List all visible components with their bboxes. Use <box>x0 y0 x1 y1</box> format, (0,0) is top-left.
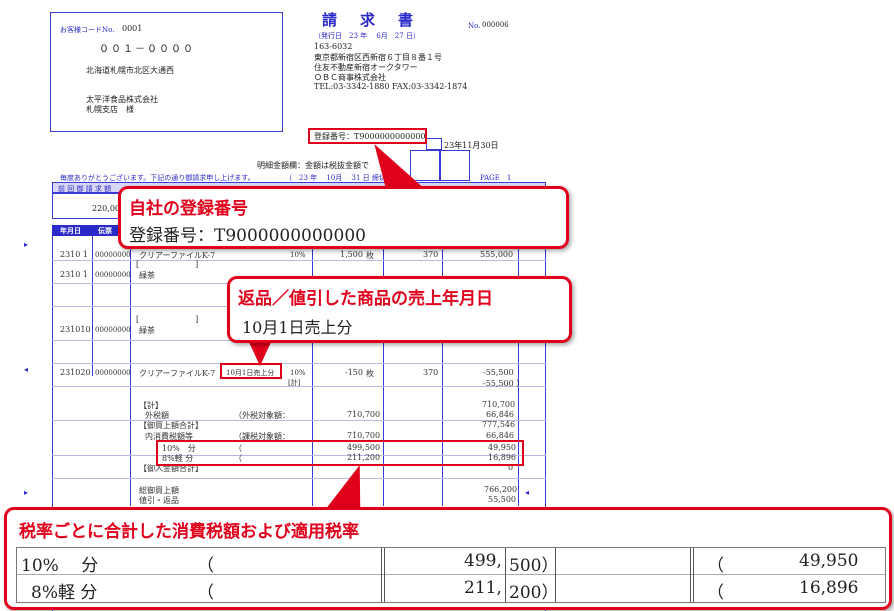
row-item: 緑茶 <box>139 271 155 280</box>
tax-rate-highlight <box>156 440 524 466</box>
customer-branch: 札幌支店 様 <box>86 105 134 114</box>
tax-rate-paren: （ <box>197 556 214 576</box>
registration-callout-body: 登録番号：T9000000000000 <box>129 226 366 246</box>
side-marker-icon: ▸ <box>24 488 29 497</box>
row-subtotal-label: [計] <box>288 379 301 387</box>
registration-callout: 自社の登録番号 登録番号：T9000000000000 <box>118 186 569 249</box>
tax-rate-callout-title: 税率ごとに合計した消費税額および適用税率 <box>19 522 359 542</box>
summary-value: 710,700 <box>482 400 516 409</box>
summary-label: 【御買上額合計】 <box>139 421 203 430</box>
summary-value: 66,846 <box>486 410 514 419</box>
tax-rate-table: 10% 分 （ 499, 500） （ 49,950 8%軽 分 （ 211, … <box>16 547 886 603</box>
row-amount: 555,000 <box>480 250 514 259</box>
return-date-callout-body: 10月1日売上分 <box>242 318 353 337</box>
col-slip-header: 伝票 <box>98 226 112 235</box>
row-slip: 00000000 <box>95 251 131 259</box>
stamp-box-2 <box>440 150 470 181</box>
invoice-title: 請 求 書 <box>322 11 418 29</box>
row-amount: -55,500 <box>483 368 514 377</box>
row-amount-total: -55,500 ） <box>483 379 525 388</box>
invoice-number: 000006 <box>482 21 509 29</box>
row-date: 231010 <box>60 325 91 334</box>
row-guide <box>52 363 546 364</box>
issue-date: （発行日 23 年 6月 27 日） <box>314 32 420 40</box>
summary-mid: 710,700 <box>347 410 381 419</box>
side-marker-icon: ▸ <box>24 240 29 249</box>
return-date-callout: 返品／値引した商品の売上年月日 10月1日売上分 <box>227 276 572 343</box>
tax-rate-paren2: （ <box>707 583 724 603</box>
tax-rate-amount-b: 500） <box>509 556 559 576</box>
row-unit: 枚 <box>366 251 374 260</box>
summary-label2: （外税対象額： <box>234 411 290 420</box>
tax-rate-col-divider <box>690 548 694 602</box>
tax-rate-paren: （ <box>197 583 214 603</box>
row-item: クリアーファイルK-7 <box>139 369 216 378</box>
issuer-phone: TEL:03-3342-1880 FAX:03-3342-1874 <box>314 82 468 91</box>
row-price: 370 <box>423 250 439 259</box>
row-item: 緑茶 <box>139 326 155 335</box>
row-tax: 10% <box>290 251 306 259</box>
summary-mid: 710,700 <box>347 431 381 440</box>
tax-rate-amount: 499, <box>464 551 502 571</box>
row-price: 370 <box>423 368 439 377</box>
tax-rate-label: 10% 分 <box>21 556 99 576</box>
side-marker-icon: ◂ <box>24 365 29 374</box>
row-qty: 1,500 <box>340 250 363 259</box>
row-date: 2310 1 <box>60 250 88 259</box>
tax-rate-amount: 211, <box>464 578 502 598</box>
summary-value: 777,546 <box>482 420 516 429</box>
tax-rate-callout: 税率ごとに合計した消費税額および適用税率 10% 分 （ 499, 500） （… <box>4 507 892 610</box>
row-tax: 10% <box>290 369 306 377</box>
summary-label: 値引・返品 <box>139 496 179 505</box>
side-marker-icon: ◂ <box>525 488 530 497</box>
invoice-number-label: No. <box>468 22 481 30</box>
summary-value: 766,200 <box>484 485 518 494</box>
customer-code: 0001 <box>122 24 143 33</box>
registration-callout-title: 自社の登録番号 <box>129 199 248 219</box>
summary-value: 66,846 <box>486 431 514 440</box>
callout-arrow <box>248 340 272 366</box>
tax-rate-tax: 49,950 <box>799 551 859 571</box>
row-unit: 枚 <box>366 369 374 378</box>
row-date: 2310 1 <box>60 270 88 279</box>
customer-postal-code: ００１－００００ <box>99 44 195 55</box>
row-slip: 00000000 <box>95 369 131 377</box>
closing-date-box <box>426 138 442 150</box>
tax-rate-paren2: （ <box>707 556 724 576</box>
tax-rate-tax: 16,896 <box>799 578 859 598</box>
row-guide <box>52 420 546 421</box>
tax-rate-amount-b: 200） <box>509 583 559 603</box>
row-guide <box>52 478 546 479</box>
row-date: 231020 <box>60 368 91 377</box>
row-qty: -150 <box>345 368 363 377</box>
detail-note: 明細金額欄：金額は税抜金額で <box>257 161 369 170</box>
col-date-header: 年月日 <box>60 226 81 235</box>
tax-rate-col-divider <box>505 548 506 602</box>
tax-rate-label: 8%軽 分 <box>31 583 98 603</box>
issuer-postal: 163-6032 <box>314 42 353 51</box>
row-bracket: [ ] <box>136 315 199 324</box>
tax-rate-col-divider <box>381 548 385 602</box>
registration-highlight <box>308 128 427 144</box>
customer-address: 北海道札幌市北区大通西 <box>86 66 174 75</box>
tax-rate-divider <box>17 574 885 575</box>
customer-code-label: お客様コードNo. <box>60 26 115 34</box>
return-date-callout-title: 返品／値引した商品の売上年月日 <box>238 289 493 309</box>
summary-value: 55,500 <box>488 495 516 504</box>
row-slip: 00000000 <box>95 326 131 334</box>
row-bracket: [ ] <box>136 260 199 269</box>
row-guide <box>52 260 546 261</box>
row-slip: 00000000 <box>95 271 131 279</box>
